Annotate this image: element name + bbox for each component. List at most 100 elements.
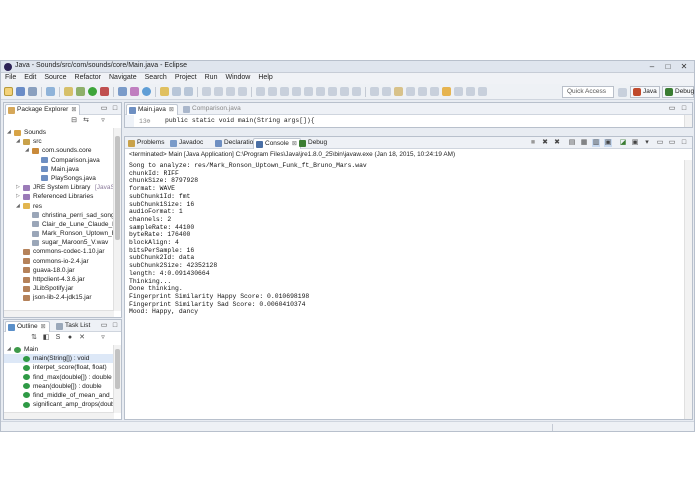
word-wrap-icon[interactable]: ▥ — [592, 139, 600, 147]
open-task-icon[interactable] — [184, 87, 193, 96]
tab-package-explorer[interactable]: Package Explorer ⊠ — [5, 104, 81, 115]
package-explorer-item[interactable]: christina_perri_sad_song.wav — [4, 211, 113, 220]
debug-perspective-button[interactable]: Debug — [662, 86, 694, 98]
collapse-icon[interactable]: ◢ — [16, 202, 20, 211]
show-whitespace-icon[interactable] — [226, 87, 235, 96]
package-explorer-item[interactable]: PlaySongs.java — [4, 174, 113, 183]
tab-close-icon[interactable]: ⊠ — [41, 324, 46, 330]
hide-non-public-icon[interactable]: ● — [66, 334, 74, 342]
pin-editor-icon[interactable] — [430, 87, 439, 96]
package-explorer-item[interactable]: commons-io-2.4.jar — [4, 257, 113, 266]
scrollbar-thumb[interactable] — [115, 349, 120, 389]
maximize-view-button[interactable]: □ — [680, 105, 688, 113]
code-line[interactable]: public static void main(String args[]){ — [165, 117, 315, 124]
open-type-icon[interactable] — [160, 87, 169, 96]
toggle-block-selection-icon[interactable] — [214, 87, 223, 96]
menu-refactor[interactable]: Refactor — [71, 73, 105, 81]
toggle-mark-occurrences-icon[interactable] — [202, 87, 211, 96]
terminate-console-icon[interactable]: ■ — [529, 139, 537, 147]
run-icon[interactable] — [88, 87, 97, 96]
drop-to-frame-icon[interactable] — [340, 87, 349, 96]
menu-file[interactable]: File — [1, 73, 20, 81]
package-explorer-scrollbar[interactable] — [113, 128, 121, 311]
suspend-icon[interactable] — [268, 87, 277, 96]
menu-search[interactable]: Search — [141, 73, 171, 81]
outline-item[interactable]: mean(double[]) : double — [4, 382, 113, 391]
maximize-view-button[interactable]: □ — [111, 105, 119, 113]
tab-close-icon[interactable]: ⊠ — [71, 107, 76, 113]
package-explorer-item[interactable]: ◢ com.sounds.core — [4, 146, 113, 155]
maximize-view-button[interactable]: □ — [680, 139, 688, 147]
expand-icon[interactable]: ▷ — [16, 183, 20, 192]
minimize-view-button[interactable]: ▭ — [668, 105, 676, 113]
outline-item[interactable]: interpet_score(float, float) — [4, 363, 113, 372]
package-explorer-item[interactable]: ◢ src — [4, 137, 113, 146]
close-button[interactable]: ✕ — [677, 62, 691, 71]
package-explorer-item[interactable]: guava-18.0.jar — [4, 266, 113, 275]
menu-navigate[interactable]: Navigate — [105, 73, 141, 81]
tab-console[interactable]: Console ⊠ — [253, 138, 301, 149]
terminate-icon[interactable] — [280, 87, 289, 96]
last-edit-location-icon[interactable] — [394, 87, 403, 96]
pin-console-icon[interactable]: ◪ — [619, 139, 627, 147]
scroll-lock-icon[interactable]: ▦ — [580, 139, 588, 147]
package-explorer-item[interactable]: Comparison.java — [4, 156, 113, 165]
more-tools-icon[interactable] — [478, 87, 487, 96]
tab-javadoc[interactable]: Javadoc — [168, 138, 206, 149]
hide-static-icon[interactable]: S — [54, 334, 62, 342]
hide-fields-icon[interactable]: ◧ — [42, 334, 50, 342]
navigate-back-icon[interactable] — [454, 87, 463, 96]
menu-source[interactable]: Source — [40, 73, 70, 81]
outline-item[interactable]: main(String[]) : void — [4, 354, 113, 364]
tab-task-list[interactable]: Task List — [54, 321, 93, 332]
back-icon[interactable] — [406, 87, 415, 96]
menu-run[interactable]: Run — [201, 73, 222, 81]
quick-access-field[interactable]: Quick Access — [562, 86, 614, 98]
package-explorer-item[interactable]: json-lib-2.4-jdk15.jar — [4, 293, 113, 302]
step-over-icon[interactable] — [316, 87, 325, 96]
maximize-view-button[interactable]: □ — [111, 322, 119, 330]
package-explorer-item[interactable]: Mark_Ronson_Uptown_Funk_ft_Bruno_Mars.wa… — [4, 229, 113, 238]
menu-window[interactable]: Window — [221, 73, 254, 81]
package-explorer-item[interactable]: ▷ JRE System Library [JavaSE-1.8] — [4, 183, 113, 192]
view-menu-icon[interactable]: ▿ — [99, 117, 107, 125]
minimize-button[interactable]: – — [645, 62, 659, 71]
use-step-filters-icon[interactable] — [352, 87, 361, 96]
navigate-forward-icon[interactable] — [466, 87, 475, 96]
scrollbar-thumb[interactable] — [115, 136, 120, 240]
package-explorer-hscrollbar[interactable] — [4, 310, 114, 317]
new-java-project-icon[interactable] — [118, 87, 127, 96]
collapse-all-icon[interactable]: ⊟ — [70, 117, 78, 125]
print-icon[interactable] — [46, 87, 55, 96]
new-icon[interactable] — [4, 87, 13, 96]
outline-scrollbar[interactable] — [113, 345, 121, 413]
tab-main-java[interactable]: Main.java ⊠ — [126, 104, 178, 115]
save-icon[interactable] — [16, 87, 25, 96]
tab-outline[interactable]: Outline ⊠ — [5, 321, 50, 332]
collapse-icon[interactable]: ◢ — [25, 146, 29, 155]
save-all-icon[interactable] — [28, 87, 37, 96]
new-class-icon[interactable] — [142, 87, 151, 96]
sort-icon[interactable]: ⇅ — [30, 334, 38, 342]
editor-scrollbar[interactable] — [684, 115, 692, 127]
package-explorer-item[interactable]: httpclient-4.3.6.jar — [4, 275, 113, 284]
menu-project[interactable]: Project — [171, 73, 201, 81]
minimize-view-button[interactable]: ▭ — [100, 322, 108, 330]
debug-icon[interactable] — [76, 87, 85, 96]
search-icon[interactable] — [172, 87, 181, 96]
java-perspective-button[interactable]: Java — [630, 86, 660, 98]
new-package-icon[interactable] — [130, 87, 139, 96]
step-into-icon[interactable] — [304, 87, 313, 96]
open-perspective-icon[interactable] — [618, 88, 627, 97]
external-tools-icon[interactable] — [100, 87, 109, 96]
expand-icon[interactable]: ▷ — [16, 192, 20, 201]
display-console-icon[interactable]: ▣ — [631, 139, 639, 147]
minimize-view-button[interactable]: ▭ — [668, 139, 676, 147]
clear-console-icon[interactable]: ▤ — [568, 139, 576, 147]
menu-help[interactable]: Help — [254, 73, 276, 81]
package-explorer-item[interactable]: ◢ res — [4, 202, 113, 211]
package-explorer-item[interactable]: Main.java — [4, 165, 113, 174]
package-explorer-item[interactable]: ▷ Referenced Libraries — [4, 192, 113, 201]
console-output[interactable]: Song to analyze: res/Mark_Ronson_Uptown_… — [129, 162, 367, 316]
outline-item[interactable]: significant_amp_drops(double — [4, 400, 113, 409]
